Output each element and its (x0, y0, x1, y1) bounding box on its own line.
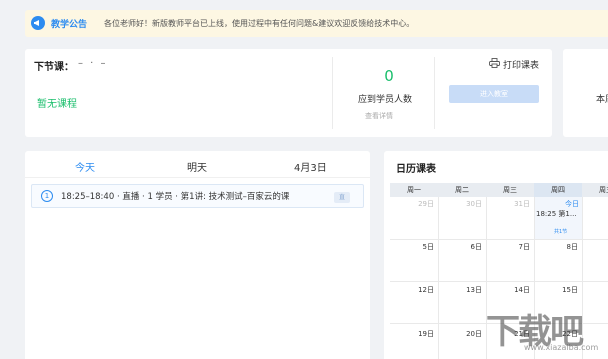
calendar-date[interactable]: 12日 (394, 285, 434, 295)
grid-line (390, 281, 608, 282)
calendar-weekday-header: 周一 周二 周三 周四 周五 (390, 183, 608, 197)
divider (434, 57, 435, 129)
lesson-text: 18:25–18:40 · 直播 · 1 学员 · 第1讲: 技术测试–百家云的… (61, 192, 290, 202)
day-tabs: 今天 明天 4月3日 (25, 151, 370, 178)
calendar-date[interactable]: 31日 (490, 199, 530, 209)
calendar-date[interactable]: 20日 (442, 329, 482, 339)
megaphone-icon (31, 16, 45, 30)
grid-line (582, 197, 583, 359)
calendar-date[interactable]: 29日 (394, 199, 434, 209)
today-lesson[interactable]: 18:25 第1... (536, 209, 577, 219)
next-class-card: 下节课： – · – 暂无课程 0 应到学员人数 查看详情 打印课表 进入教室 (25, 49, 552, 137)
next-class-value: – · – (78, 58, 108, 69)
weekday-thu: 周四 (534, 183, 582, 197)
weekday-mon: 周一 (407, 186, 421, 194)
today-label: 今日 (565, 200, 579, 208)
calendar-date[interactable]: 5日 (394, 242, 434, 252)
printer-icon (489, 58, 500, 71)
print-schedule-button[interactable]: 打印课表 (489, 58, 539, 71)
divider (332, 57, 333, 129)
announcement-bar: 教学公告 各位老师好！新版教师平台已上线，使用过程中有任何问题&建议欢迎反馈给技… (25, 10, 608, 37)
today-lesson-count[interactable]: 共1节 (554, 228, 567, 235)
calendar-date[interactable]: 8日 (538, 242, 578, 252)
watermark-url: www.xiazaiba.com (524, 343, 599, 352)
calendar-date[interactable]: 14日 (490, 285, 530, 295)
calendar-date[interactable]: 19日 (394, 329, 434, 339)
live-badge: 直 (334, 192, 350, 203)
tab-tomorrow[interactable]: 明天 (187, 159, 207, 174)
lesson-item[interactable]: 1 18:25–18:40 · 直播 · 1 学员 · 第1讲: 技术测试–百家… (31, 184, 364, 208)
calendar-date[interactable]: 13日 (442, 285, 482, 295)
student-count-label: 应到学员人数 (358, 95, 413, 105)
view-details-link[interactable]: 查看详情 (365, 111, 393, 121)
weekly-summary-card: 本周 (563, 49, 608, 137)
weekly-summary-label: 本周 (596, 95, 608, 105)
calendar-title: 日历课表 (396, 164, 436, 175)
no-class-text: 暂无课程 (37, 99, 77, 110)
tab-date[interactable]: 4月3日 (294, 159, 327, 174)
calendar-date[interactable]: 30日 (442, 199, 482, 209)
student-count: 0 (384, 67, 394, 85)
calendar-date[interactable]: 6日 (442, 242, 482, 252)
next-class-label: 下节课： (34, 62, 74, 73)
weekday-fri: 周五 (599, 186, 608, 194)
calendar-date[interactable]: 7日 (490, 242, 530, 252)
enter-classroom-button[interactable]: 进入教室 (449, 85, 539, 103)
print-schedule-label: 打印课表 (503, 61, 540, 71)
announcement-text[interactable]: 各位老师好！新版教师平台已上线，使用过程中有任何问题&建议欢迎反馈给技术中心。 (104, 18, 414, 29)
grid-line (438, 197, 439, 359)
daily-schedule-panel: 今天 明天 4月3日 1 18:25–18:40 · 直播 · 1 学员 · 第… (25, 151, 370, 359)
grid-line (390, 239, 608, 240)
announcement-title: 教学公告 (51, 20, 88, 30)
calendar-date[interactable]: 15日 (538, 285, 578, 295)
weekday-tue: 周二 (455, 186, 469, 194)
weekday-wed: 周三 (503, 186, 517, 194)
tab-today[interactable]: 今天 (75, 159, 95, 174)
lesson-index: 1 (41, 190, 53, 202)
